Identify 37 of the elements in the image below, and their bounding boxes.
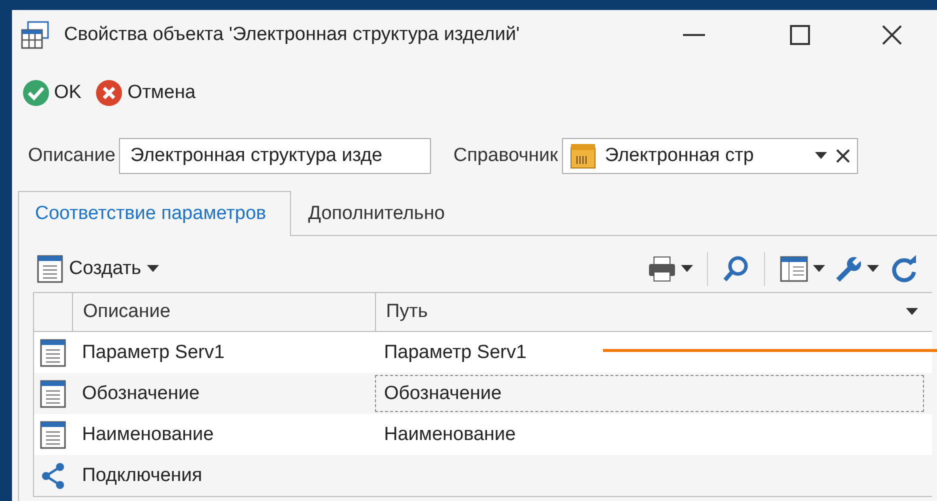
document-icon	[40, 338, 66, 366]
ok-button[interactable]: OK	[20, 76, 84, 108]
table-cell-text: Наименование	[81, 422, 215, 446]
document-icon	[40, 380, 66, 408]
check-circle-icon	[22, 78, 50, 106]
caret-icon	[814, 152, 827, 160]
share-icon	[40, 462, 66, 490]
column-header[interactable]: Описание	[72, 293, 375, 331]
maximize-icon[interactable]	[790, 25, 810, 45]
caret-icon	[813, 265, 825, 273]
column-header[interactable]: Путь	[375, 293, 932, 331]
caret-icon	[147, 265, 160, 273]
document-icon	[40, 420, 66, 448]
table-icon	[20, 20, 50, 50]
table-cell: Обозначение	[384, 382, 502, 404]
table-cell-text: Подключения	[81, 464, 204, 488]
cancel-circle-icon	[95, 78, 124, 106]
tab[interactable]: Соответствие параметров	[18, 191, 292, 236]
tab[interactable]: Дополнительно	[291, 191, 470, 236]
window-title: Свойства объекта 'Электронная структура изделий'	[64, 24, 521, 46]
clear-icon[interactable]	[834, 148, 851, 164]
table-cell-text: Параметр Serv1	[81, 340, 226, 364]
close-icon[interactable]	[882, 25, 902, 45]
create-button[interactable]: Создать	[33, 255, 164, 283]
caret-icon	[867, 265, 879, 273]
table-cell: Параметр Serv1	[384, 342, 527, 364]
caret-icon	[906, 308, 918, 316]
caret-icon	[681, 265, 693, 273]
table-cell-text: Обозначение	[81, 382, 201, 406]
field-label: Описание	[28, 145, 116, 167]
document-icon	[37, 255, 63, 283]
reference-combobox[interactable]: Электронная стр	[562, 138, 858, 174]
cancel-button[interactable]: Отмена	[93, 76, 198, 108]
box-icon	[568, 142, 597, 170]
field-label: Справочник	[453, 145, 558, 167]
table-cell: Наименование	[384, 424, 516, 446]
description-field[interactable]: Электронная структура изде	[119, 138, 432, 174]
